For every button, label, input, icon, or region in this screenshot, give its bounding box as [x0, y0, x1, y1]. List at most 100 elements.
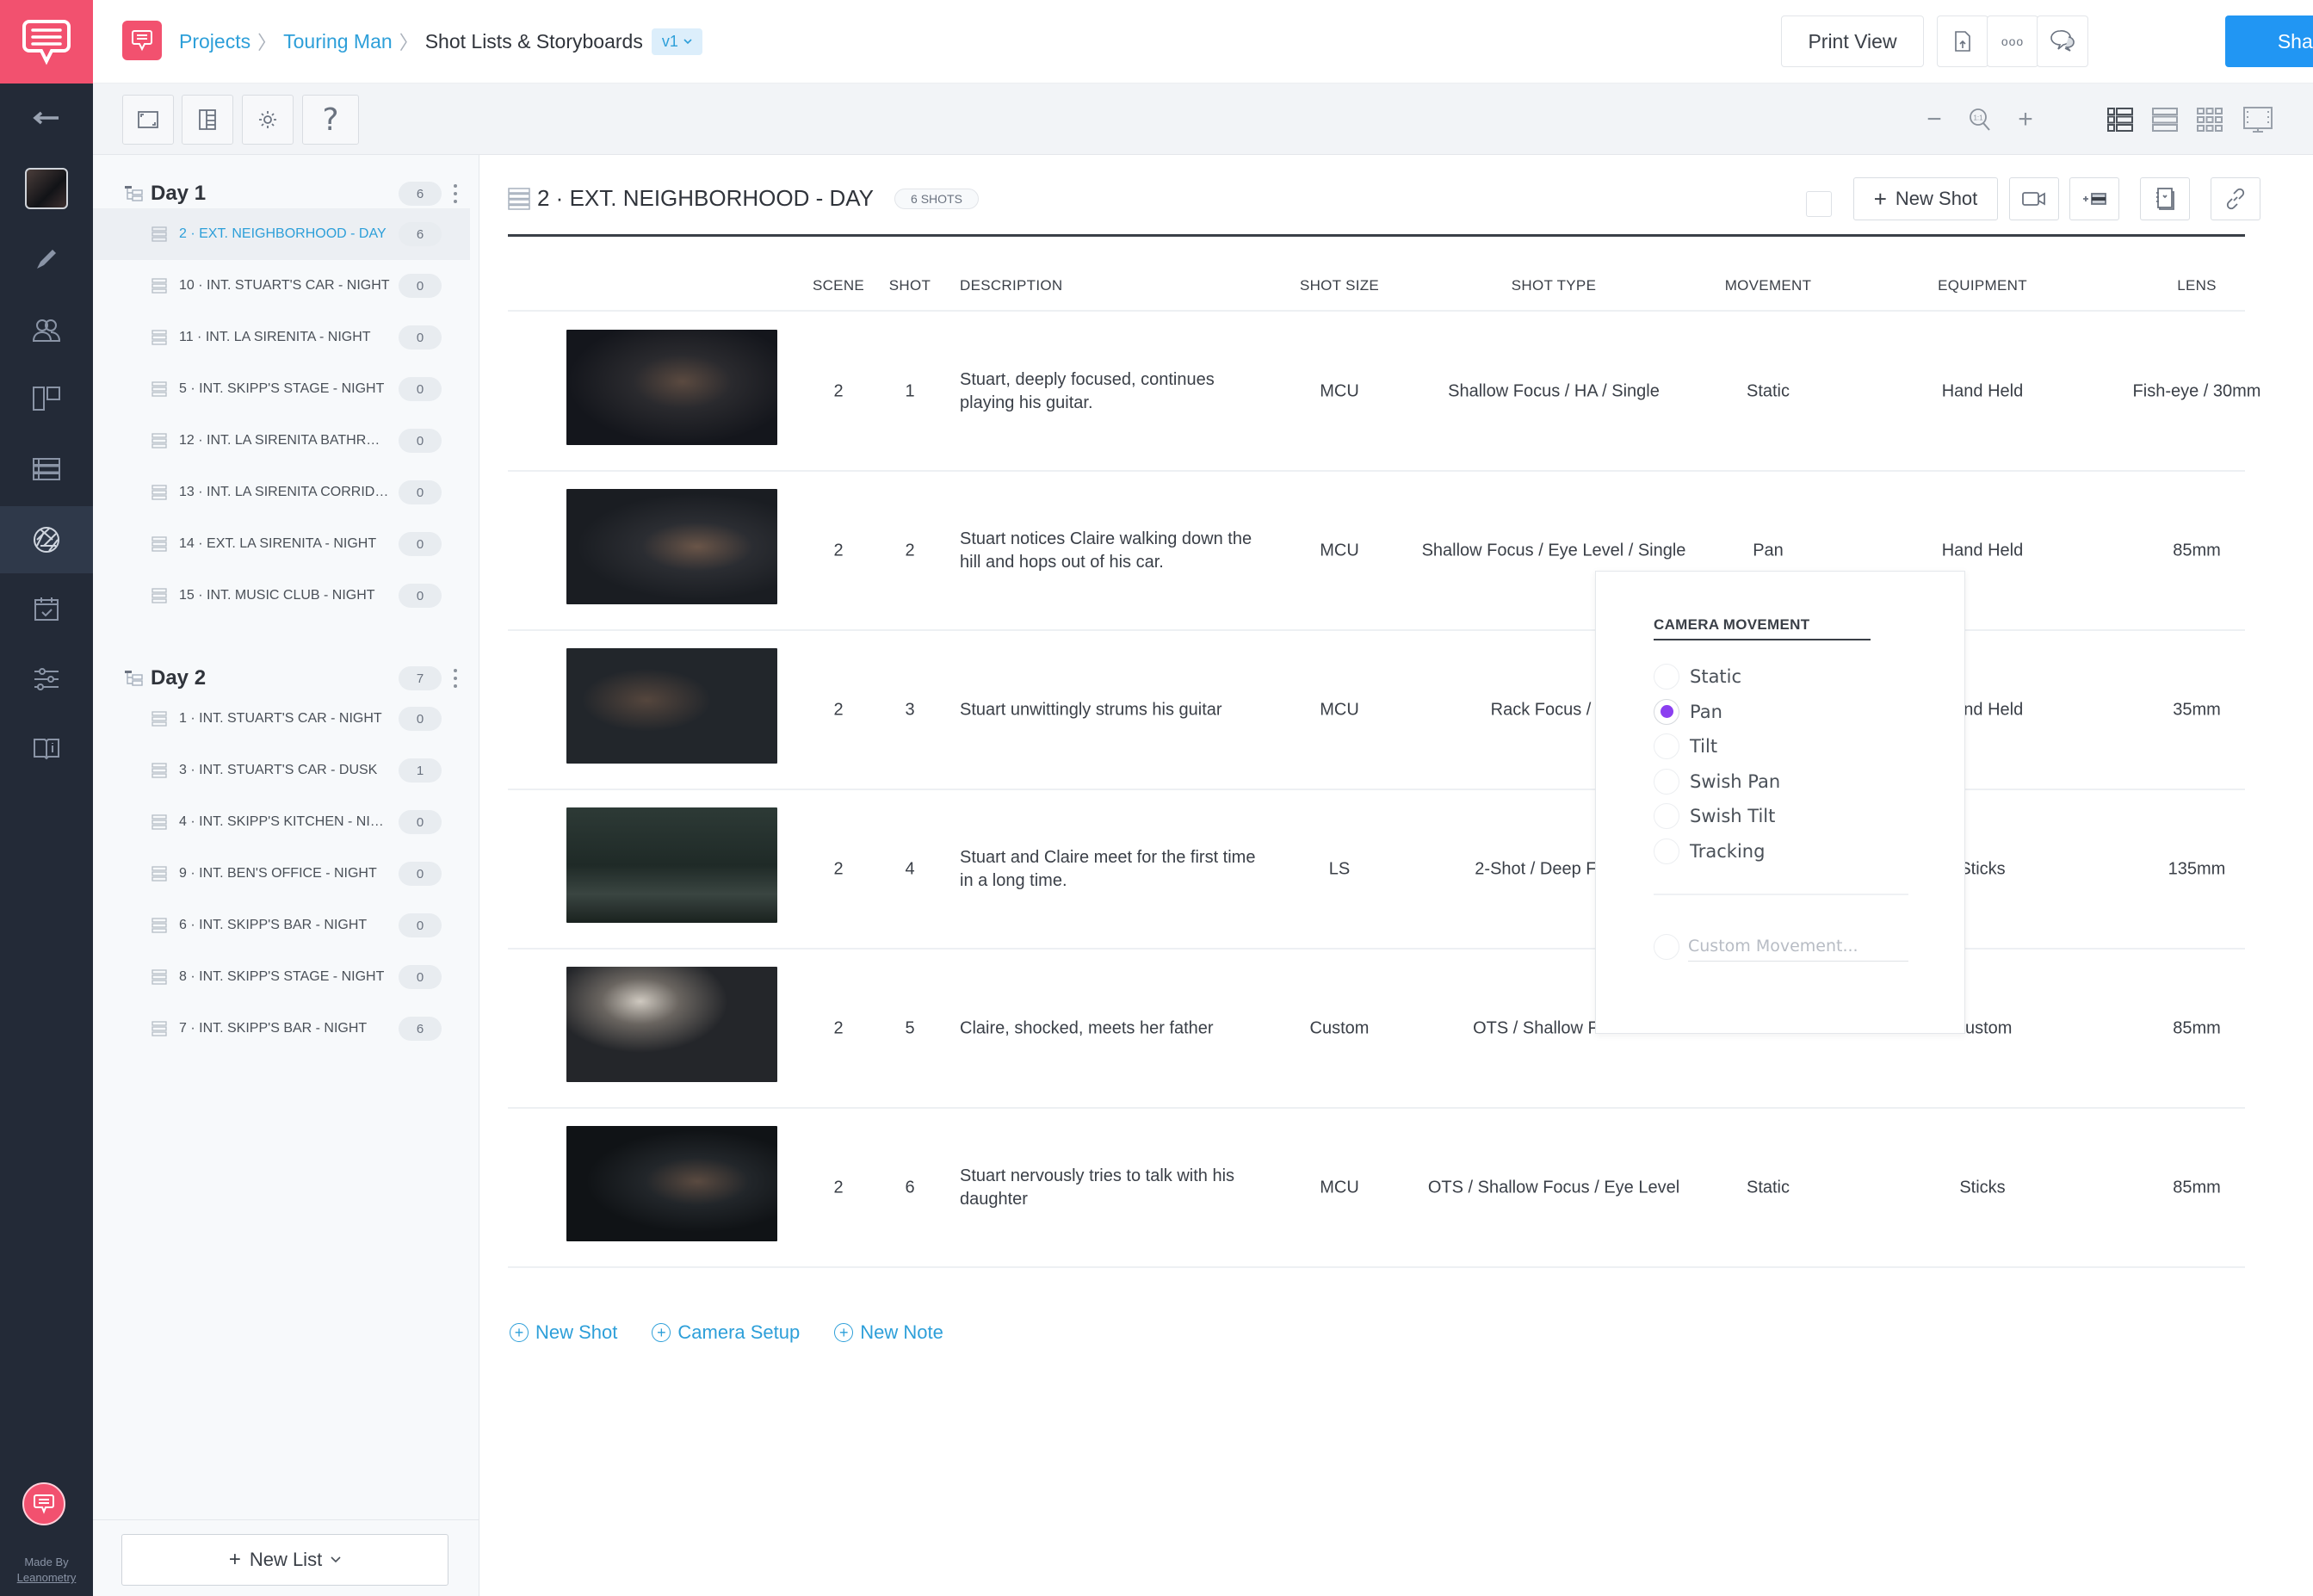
cell-description[interactable]: Stuart and Claire meet for the first tim…: [960, 846, 1257, 893]
cell-scene[interactable]: 2: [833, 859, 843, 879]
shot-row[interactable]: 2 2 Stuart notices Claire walking down the…: [508, 472, 2245, 631]
scene-list-item[interactable]: 2 · EXT. NEIGHBORHOOD - DAY 6: [93, 208, 470, 260]
column-header-shot-size[interactable]: SHOT SIZE: [1300, 277, 1379, 294]
custom-movement-input[interactable]: [1688, 931, 1908, 962]
breadcrumb-project[interactable]: Touring Man: [283, 30, 393, 53]
nav-project-avatar[interactable]: [0, 155, 93, 222]
movement-radio[interactable]: [1654, 733, 1679, 759]
shot-thumbnail[interactable]: [566, 1126, 777, 1241]
cell-shot-size[interactable]: Custom: [1310, 1018, 1370, 1038]
cell-shot-size[interactable]: MCU: [1320, 381, 1359, 401]
cell-shot[interactable]: 1: [905, 381, 914, 401]
cell-description[interactable]: Claire, shocked, meets her father: [960, 1017, 1257, 1040]
scene-list-item[interactable]: 5 · INT. SKIPP'S STAGE - NIGHT 0: [93, 363, 470, 415]
storyboard-export-button[interactable]: [2140, 177, 2190, 220]
cell-shot[interactable]: 2: [905, 541, 914, 560]
view-list-button[interactable]: [2146, 101, 2184, 139]
shot-thumbnail[interactable]: [566, 807, 777, 923]
add-new-note-link[interactable]: + New Note: [834, 1321, 943, 1344]
nav-help-docs[interactable]: [0, 714, 93, 782]
shot-thumbnail[interactable]: [566, 648, 777, 764]
shot-thumbnail[interactable]: [566, 967, 777, 1082]
scene-list-item[interactable]: 11 · INT. LA SIRENITA - NIGHT 0: [93, 312, 470, 363]
column-header-lens[interactable]: LENS: [2177, 277, 2217, 294]
cell-scene[interactable]: 2: [833, 1178, 843, 1197]
cell-shot[interactable]: 4: [905, 859, 914, 879]
column-header-shot[interactable]: SHOT: [889, 277, 931, 294]
nav-schedule[interactable]: [0, 575, 93, 642]
cell-lens[interactable]: 85mm: [2173, 1178, 2221, 1197]
export-button[interactable]: [1937, 15, 1988, 67]
add-camera-setup-link[interactable]: + Camera Setup: [652, 1321, 800, 1344]
nav-cast[interactable]: [0, 296, 93, 363]
nav-storyboard[interactable]: [0, 365, 93, 432]
more-options-button[interactable]: ooo: [1987, 15, 2038, 67]
new-shot-button[interactable]: + New Shot: [1853, 177, 1998, 220]
custom-movement-radio[interactable]: [1654, 933, 1679, 960]
cell-shot-type[interactable]: OTS / Shallow Focus / Eye Level: [1428, 1178, 1679, 1197]
view-list-thumbs-button[interactable]: [2101, 101, 2139, 139]
scene-list-item[interactable]: 4 · INT. SKIPP'S KITCHEN - NIGHT 0: [93, 796, 470, 848]
cell-scene[interactable]: 2: [833, 541, 843, 560]
nav-back[interactable]: [0, 84, 93, 152]
movement-option[interactable]: Swish Tilt: [1654, 801, 1775, 832]
column-header-scene[interactable]: SCENE: [813, 277, 864, 294]
shot-row[interactable]: 2 6 Stuart nervously tries to talk with hi…: [508, 1109, 2245, 1268]
movement-option[interactable]: Tracking: [1654, 836, 1765, 867]
view-grid-button[interactable]: [2191, 101, 2229, 139]
add-new-shot-link[interactable]: + New Shot: [510, 1321, 617, 1344]
movement-radio[interactable]: [1654, 838, 1679, 864]
cell-equipment[interactable]: Hand Held: [1942, 381, 2024, 401]
cell-shot-type[interactable]: Shallow Focus / HA / Single: [1448, 381, 1660, 401]
movement-option[interactable]: Static: [1654, 661, 1741, 692]
zoom-in-button[interactable]: +: [2008, 102, 2043, 137]
help-chat-button[interactable]: [22, 1482, 65, 1525]
movement-radio[interactable]: [1654, 803, 1679, 829]
shot-row[interactable]: 2 3 Stuart unwittingly strums his guitar MC…: [508, 631, 2245, 790]
column-header-equipment[interactable]: EQUIPMENT: [1938, 277, 2027, 294]
cell-lens[interactable]: Fish-eye / 30mm: [2133, 381, 2261, 401]
help-button[interactable]: ?: [302, 95, 359, 145]
cell-shot[interactable]: 6: [905, 1178, 914, 1197]
cell-shot-size[interactable]: MCU: [1320, 1178, 1359, 1197]
made-by-brand-link[interactable]: Leanometry: [0, 1570, 93, 1586]
scene-list-item[interactable]: 6 · INT. SKIPP'S BAR - NIGHT 0: [93, 900, 470, 951]
new-list-button[interactable]: + New List: [121, 1534, 448, 1586]
cell-shot-size[interactable]: MCU: [1320, 541, 1359, 560]
cell-equipment[interactable]: Sticks: [1959, 1178, 2005, 1197]
scene-list-item[interactable]: 10 · INT. STUART'S CAR - NIGHT 0: [93, 260, 470, 312]
movement-radio[interactable]: [1654, 664, 1679, 690]
shot-row[interactable]: 2 1 Stuart, deeply focused, continues play…: [508, 312, 2260, 472]
shot-thumbnail[interactable]: [566, 330, 777, 445]
nav-settings[interactable]: [0, 646, 93, 713]
shot-row[interactable]: 2 4 Stuart and Claire meet for the first t…: [508, 790, 2245, 950]
print-view-button[interactable]: Print View: [1781, 15, 1924, 67]
scene-list-item[interactable]: 12 · INT. LA SIRENITA BATHROOM 0: [93, 415, 470, 467]
cell-shot-size[interactable]: MCU: [1320, 700, 1359, 720]
breadcrumb-projects[interactable]: Projects: [179, 30, 250, 53]
cell-shot[interactable]: 5: [905, 1018, 914, 1038]
cell-scene[interactable]: 2: [833, 1018, 843, 1038]
cell-description[interactable]: Stuart notices Claire walking down the h…: [960, 528, 1257, 574]
fullscreen-button[interactable]: [122, 95, 174, 145]
column-header-movement[interactable]: MOVEMENT: [1725, 277, 1812, 294]
scene-list-item[interactable]: 15 · INT. MUSIC CLUB - NIGHT 0: [93, 570, 470, 622]
cell-scene[interactable]: 2: [833, 700, 843, 720]
cell-movement[interactable]: Static: [1747, 1178, 1790, 1197]
toggle-columns-button[interactable]: [182, 95, 233, 145]
movement-option[interactable]: Swish Pan: [1654, 766, 1780, 797]
cell-lens[interactable]: 85mm: [2173, 1018, 2221, 1038]
movement-option[interactable]: Pan: [1654, 696, 1722, 727]
cell-scene[interactable]: 2: [833, 381, 843, 401]
scene-list-item[interactable]: 14 · EXT. LA SIRENITA - NIGHT 0: [93, 518, 470, 570]
cell-shot[interactable]: 3: [905, 700, 914, 720]
app-logo[interactable]: [0, 0, 93, 84]
cell-lens[interactable]: 85mm: [2173, 541, 2221, 560]
cell-lens[interactable]: 135mm: [2168, 859, 2226, 879]
cell-movement[interactable]: Pan: [1753, 541, 1784, 560]
scene-list-item[interactable]: 9 · INT. BEN'S OFFICE - NIGHT 0: [93, 848, 470, 900]
insert-strip-button[interactable]: [2069, 177, 2119, 220]
share-button[interactable]: Share: [2225, 15, 2313, 67]
settings-button[interactable]: [242, 95, 294, 145]
cell-description[interactable]: Stuart unwittingly strums his guitar: [960, 698, 1257, 721]
